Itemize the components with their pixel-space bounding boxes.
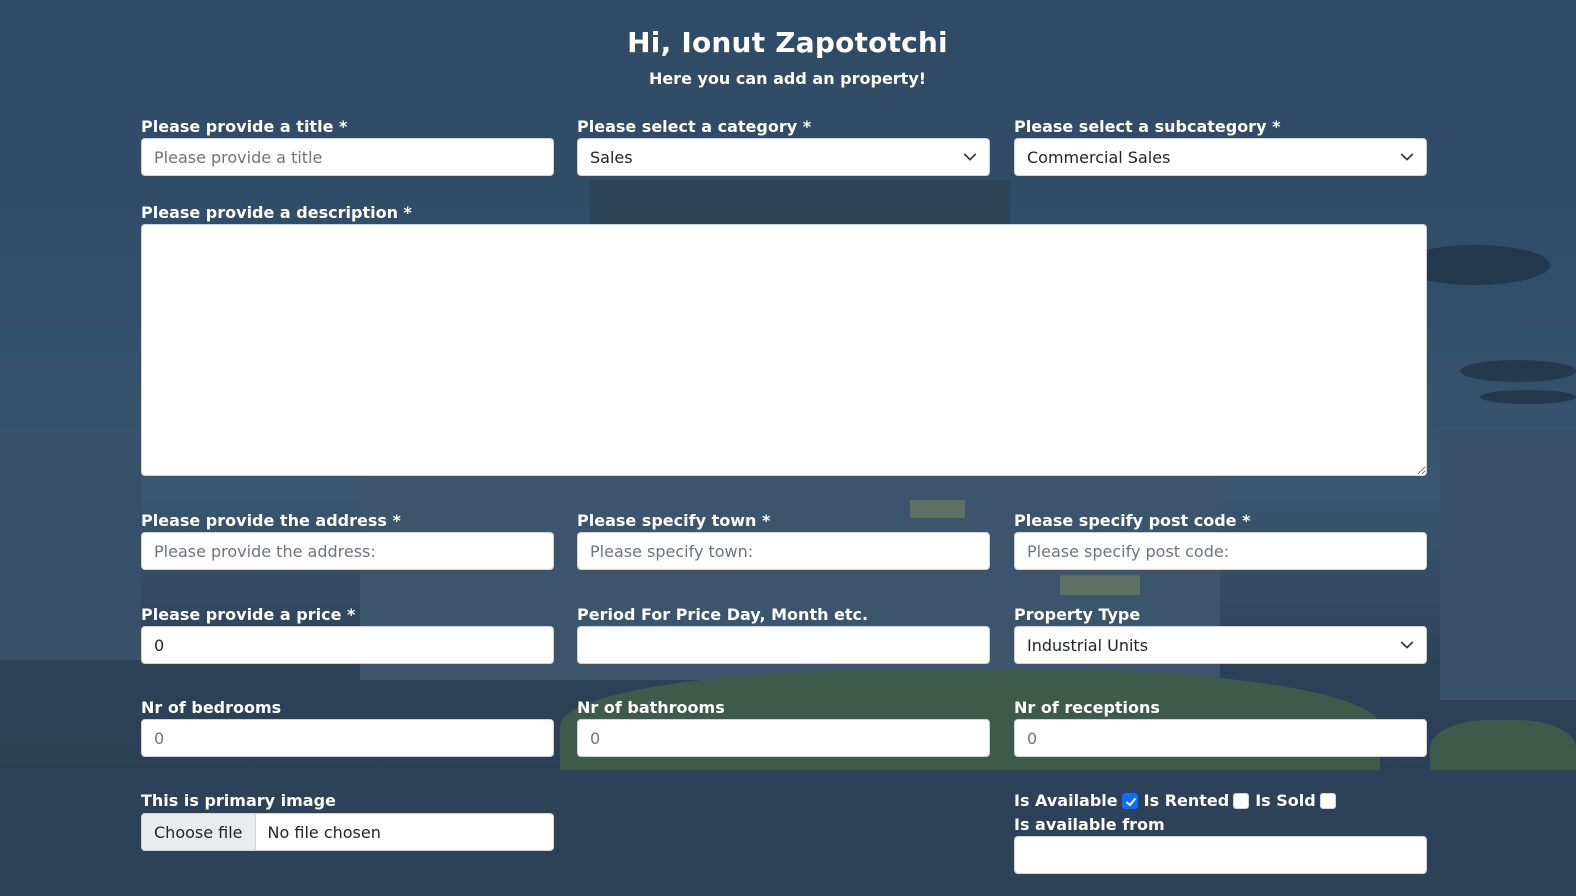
page-title: Hi, Ionut Zapototchi <box>627 26 948 59</box>
category-label: Please select a category * <box>577 117 812 136</box>
bathrooms-input[interactable] <box>590 728 977 748</box>
primary-image-file-input[interactable]: Choose file No file chosen <box>141 813 554 851</box>
description-label: Please provide a description * <box>141 203 412 222</box>
period-input[interactable] <box>590 635 977 655</box>
receptions-field[interactable] <box>1014 719 1427 757</box>
check-icon <box>1125 797 1136 806</box>
subcategory-label: Please select a subcategory * <box>1014 117 1281 136</box>
category-select[interactable]: Sales <box>577 138 990 176</box>
available-from-input[interactable] <box>1027 845 1414 865</box>
town-input[interactable] <box>590 541 977 561</box>
address-input[interactable] <box>154 541 541 561</box>
postcode-label: Please specify post code * <box>1014 511 1251 530</box>
is-rented-checkbox[interactable] <box>1233 792 1250 809</box>
bedrooms-field[interactable] <box>141 719 554 757</box>
property-type-label: Property Type <box>1014 605 1141 624</box>
chevron-down-icon <box>1400 153 1414 161</box>
town-field[interactable] <box>577 532 990 570</box>
is-available-checkbox[interactable] <box>1121 792 1138 809</box>
status-checkboxes: Is Available Is Rented Is Sold <box>1014 791 1342 810</box>
title-input[interactable] <box>154 147 541 167</box>
is-available-label: Is Available <box>1014 791 1118 810</box>
description-textarea[interactable] <box>141 224 1427 476</box>
choose-file-button[interactable]: Choose file <box>142 814 256 850</box>
subcategory-selected-value: Commercial Sales <box>1027 147 1171 167</box>
available-from-field[interactable] <box>1014 836 1427 874</box>
postcode-field[interactable] <box>1014 532 1427 570</box>
file-status-text: No file chosen <box>267 822 381 842</box>
postcode-input[interactable] <box>1027 541 1414 561</box>
bathrooms-field[interactable] <box>577 719 990 757</box>
is-sold-checkbox[interactable] <box>1319 792 1336 809</box>
receptions-input[interactable] <box>1027 728 1414 748</box>
receptions-label: Nr of receptions <box>1014 698 1160 717</box>
title-field[interactable] <box>141 138 554 176</box>
chevron-down-icon <box>963 153 977 161</box>
bedrooms-input[interactable] <box>154 728 541 748</box>
period-label: Period For Price Day, Month etc. <box>577 605 869 624</box>
is-sold-label: Is Sold <box>1255 791 1316 810</box>
primary-image-label: This is primary image <box>141 791 336 810</box>
available-from-label: Is available from <box>1014 815 1165 834</box>
property-type-select[interactable]: Industrial Units <box>1014 626 1427 664</box>
price-label: Please provide a price * <box>141 605 356 624</box>
period-field[interactable] <box>577 626 990 664</box>
chevron-down-icon <box>1400 641 1414 649</box>
page-subtitle: Here you can add an property! <box>648 69 927 88</box>
price-field[interactable] <box>141 626 554 664</box>
title-label: Please provide a title * <box>141 117 348 136</box>
town-label: Please specify town * <box>577 511 771 530</box>
subcategory-select[interactable]: Commercial Sales <box>1014 138 1427 176</box>
bedrooms-label: Nr of bedrooms <box>141 698 282 717</box>
property-type-selected-value: Industrial Units <box>1027 635 1149 655</box>
category-selected-value: Sales <box>590 147 633 167</box>
price-input[interactable] <box>154 635 541 655</box>
is-rented-label: Is Rented <box>1143 791 1230 810</box>
address-label: Please provide the address * <box>141 511 401 530</box>
bathrooms-label: Nr of bathrooms <box>577 698 725 717</box>
address-field[interactable] <box>141 532 554 570</box>
